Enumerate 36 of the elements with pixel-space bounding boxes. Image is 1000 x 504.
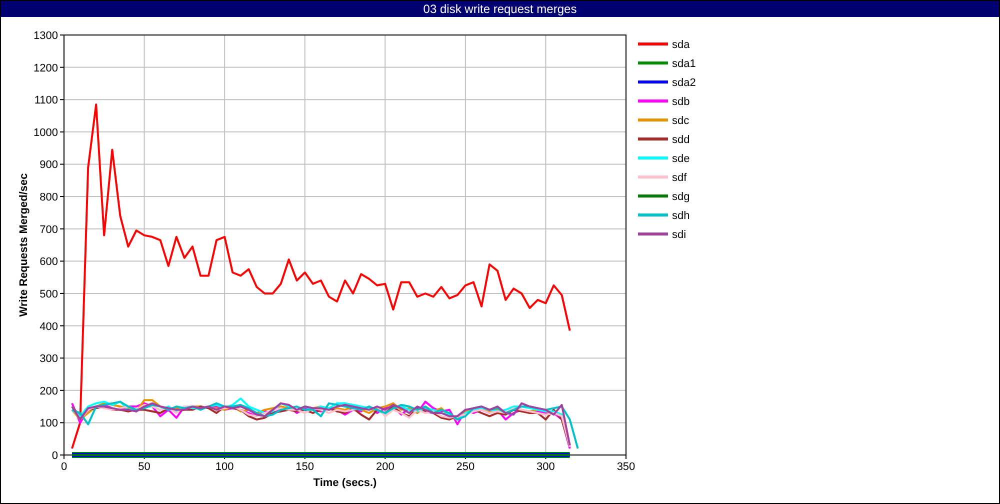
legend-label: sdd	[672, 134, 690, 146]
window-title: 03 disk write request merges	[1, 1, 999, 17]
x-tick-label: 0	[60, 461, 68, 473]
x-tick-label: 50	[138, 461, 150, 473]
y-tick-label: 1300	[34, 30, 58, 42]
legend-label: sdh	[672, 210, 690, 222]
y-tick-label: 400	[40, 320, 58, 333]
x-tick-label: 100	[215, 461, 234, 473]
x-tick-label: 350	[616, 461, 636, 473]
y-tick-label: 700	[40, 224, 58, 236]
y-tick-label: 100	[40, 418, 58, 430]
legend-label: sdb	[672, 96, 690, 108]
legend-label: sda1	[672, 58, 696, 70]
y-tick-label: 900	[40, 159, 58, 172]
y-tick-label: 0	[52, 450, 58, 462]
y-tick-label: 1200	[34, 62, 58, 74]
legend-label: sdf	[672, 172, 687, 184]
y-tick-label: 500	[40, 288, 58, 300]
x-tick-label: 250	[456, 461, 475, 473]
legend-label: sdg	[672, 191, 690, 203]
legend-label: sdc	[672, 115, 690, 127]
legend-label: sdi	[672, 229, 686, 241]
y-axis-title: Write Requests Merged/sec	[18, 173, 30, 317]
x-tick-label: 200	[376, 461, 394, 473]
legend-label: sde	[672, 153, 690, 165]
legend-label: sda2	[672, 77, 696, 89]
y-tick-label: 200	[40, 385, 58, 398]
x-axis-title: Time (secs.)	[313, 477, 377, 489]
y-tick-label: 1000	[34, 126, 58, 139]
y-tick-label: 300	[40, 353, 58, 366]
x-tick-label: 300	[536, 461, 555, 473]
y-tick-label: 800	[40, 192, 58, 204]
y-tick-label: 1100	[34, 94, 58, 107]
x-tick-label: 150	[296, 461, 314, 473]
y-tick-label: 600	[40, 256, 58, 268]
legend-label: sda	[672, 39, 690, 51]
